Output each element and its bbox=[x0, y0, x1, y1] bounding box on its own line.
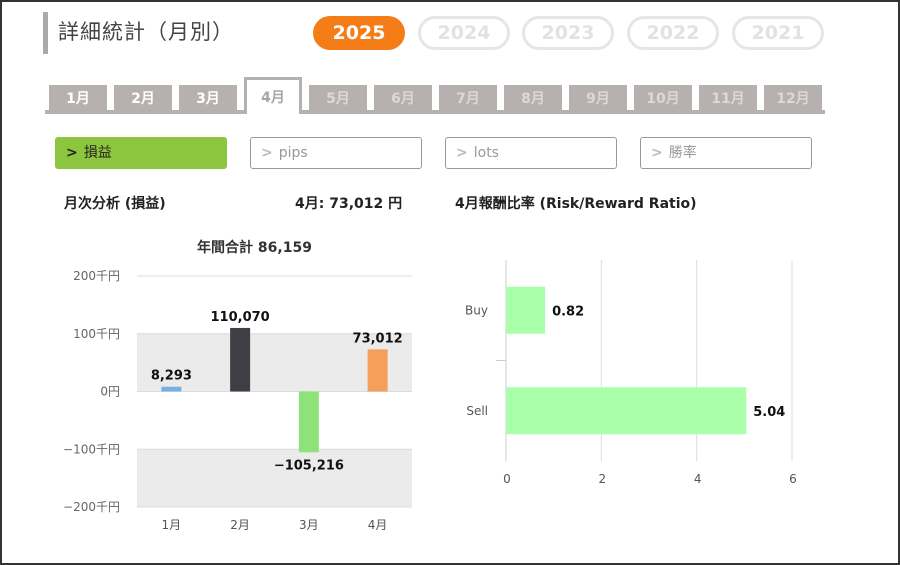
chart-title: 年間合計 86,159 bbox=[197, 239, 312, 256]
tab-month-6[interactable]: 6月 bbox=[374, 85, 432, 110]
x-tick-label: 2月 bbox=[230, 518, 250, 532]
month-tabs-baseline bbox=[45, 110, 825, 114]
y-tick-label: 100千円 bbox=[73, 327, 120, 341]
tab-month-7[interactable]: 7月 bbox=[439, 85, 497, 110]
year-2023-button[interactable]: 2023 bbox=[522, 16, 614, 50]
y-tick-label: −100千円 bbox=[63, 442, 120, 456]
metric-label: pips bbox=[278, 145, 308, 161]
bar-3月 bbox=[298, 391, 319, 453]
tab-month-8[interactable]: 8月 bbox=[504, 85, 562, 110]
y-tick-label: Buy bbox=[465, 303, 488, 317]
data-label: 5.04 bbox=[753, 405, 785, 420]
y-tick-label: 0円 bbox=[100, 385, 120, 399]
tab-month-9[interactable]: 9月 bbox=[569, 85, 627, 110]
tab-month-4[interactable]: 4月 bbox=[244, 77, 302, 114]
x-tick-label: 4 bbox=[694, 472, 702, 486]
x-tick-label: 3月 bbox=[299, 518, 319, 532]
x-tick-label: 4月 bbox=[368, 518, 388, 532]
data-label: 0.82 bbox=[552, 304, 584, 319]
bar-buy bbox=[506, 286, 546, 334]
year-2024-button[interactable]: 2024 bbox=[418, 16, 510, 50]
tab-month-12[interactable]: 12月 bbox=[764, 85, 822, 110]
data-label: 110,070 bbox=[211, 310, 270, 325]
x-tick-label: 6 bbox=[789, 472, 797, 486]
year-2025-button[interactable]: 2025 bbox=[313, 16, 405, 50]
monthly-analysis-heading: 月次分析 (損益) bbox=[64, 196, 166, 212]
metric-lots-button[interactable]: > lots bbox=[445, 137, 617, 169]
rr-ratio-heading: 4月報酬比率 (Risk/Reward Ratio) bbox=[455, 196, 697, 212]
chevron-right-icon: > bbox=[261, 145, 273, 161]
metric-win-rate-button[interactable]: > 勝率 bbox=[640, 137, 812, 169]
bar-sell bbox=[506, 387, 747, 435]
monthly-pl-chart: 年間合計 86,159 200千円 100千円 0円 −100千円 −200千円 8,293… bbox=[63, 239, 412, 532]
y-tick-label: −200千円 bbox=[63, 500, 120, 514]
month-total-value: 4月: 73,012 円 bbox=[295, 196, 403, 212]
metric-profit-loss-button[interactable]: > 損益 bbox=[55, 137, 227, 169]
tab-month-1[interactable]: 1月 bbox=[49, 85, 107, 110]
year-2022-button[interactable]: 2022 bbox=[627, 16, 719, 50]
tab-month-2[interactable]: 2月 bbox=[114, 85, 172, 110]
bar-1月 bbox=[161, 386, 182, 392]
metric-label: 損益 bbox=[83, 145, 112, 161]
chevron-right-icon: > bbox=[456, 145, 468, 161]
data-label: 73,012 bbox=[353, 331, 403, 346]
title-accent-bar bbox=[43, 12, 48, 54]
x-tick-label: 1月 bbox=[162, 518, 182, 532]
metric-pips-button[interactable]: > pips bbox=[250, 137, 422, 169]
metric-label: lots bbox=[473, 145, 499, 161]
tab-month-5[interactable]: 5月 bbox=[309, 85, 367, 110]
metric-label: 勝率 bbox=[668, 145, 697, 161]
data-label: −105,216 bbox=[274, 458, 344, 473]
tab-month-10[interactable]: 10月 bbox=[634, 85, 692, 110]
y-tick-label: Sell bbox=[466, 404, 488, 418]
bar-2月 bbox=[230, 327, 251, 392]
tab-month-3[interactable]: 3月 bbox=[179, 85, 237, 110]
year-2021-button[interactable]: 2021 bbox=[732, 16, 824, 50]
y-tick-label: 200千円 bbox=[73, 269, 120, 283]
chevron-right-icon: > bbox=[66, 145, 78, 161]
data-label: 8,293 bbox=[151, 369, 192, 384]
page-title: 詳細統計（月別） bbox=[58, 20, 234, 44]
tab-month-11[interactable]: 11月 bbox=[699, 85, 757, 110]
rr-ratio-chart: 0 2 4 6 0.82 Buy 5.04 Sell bbox=[465, 260, 797, 486]
x-tick-label: 2 bbox=[599, 472, 607, 486]
x-tick-label: 0 bbox=[503, 472, 511, 486]
bar-4月 bbox=[367, 349, 388, 392]
chevron-right-icon: > bbox=[651, 145, 663, 161]
